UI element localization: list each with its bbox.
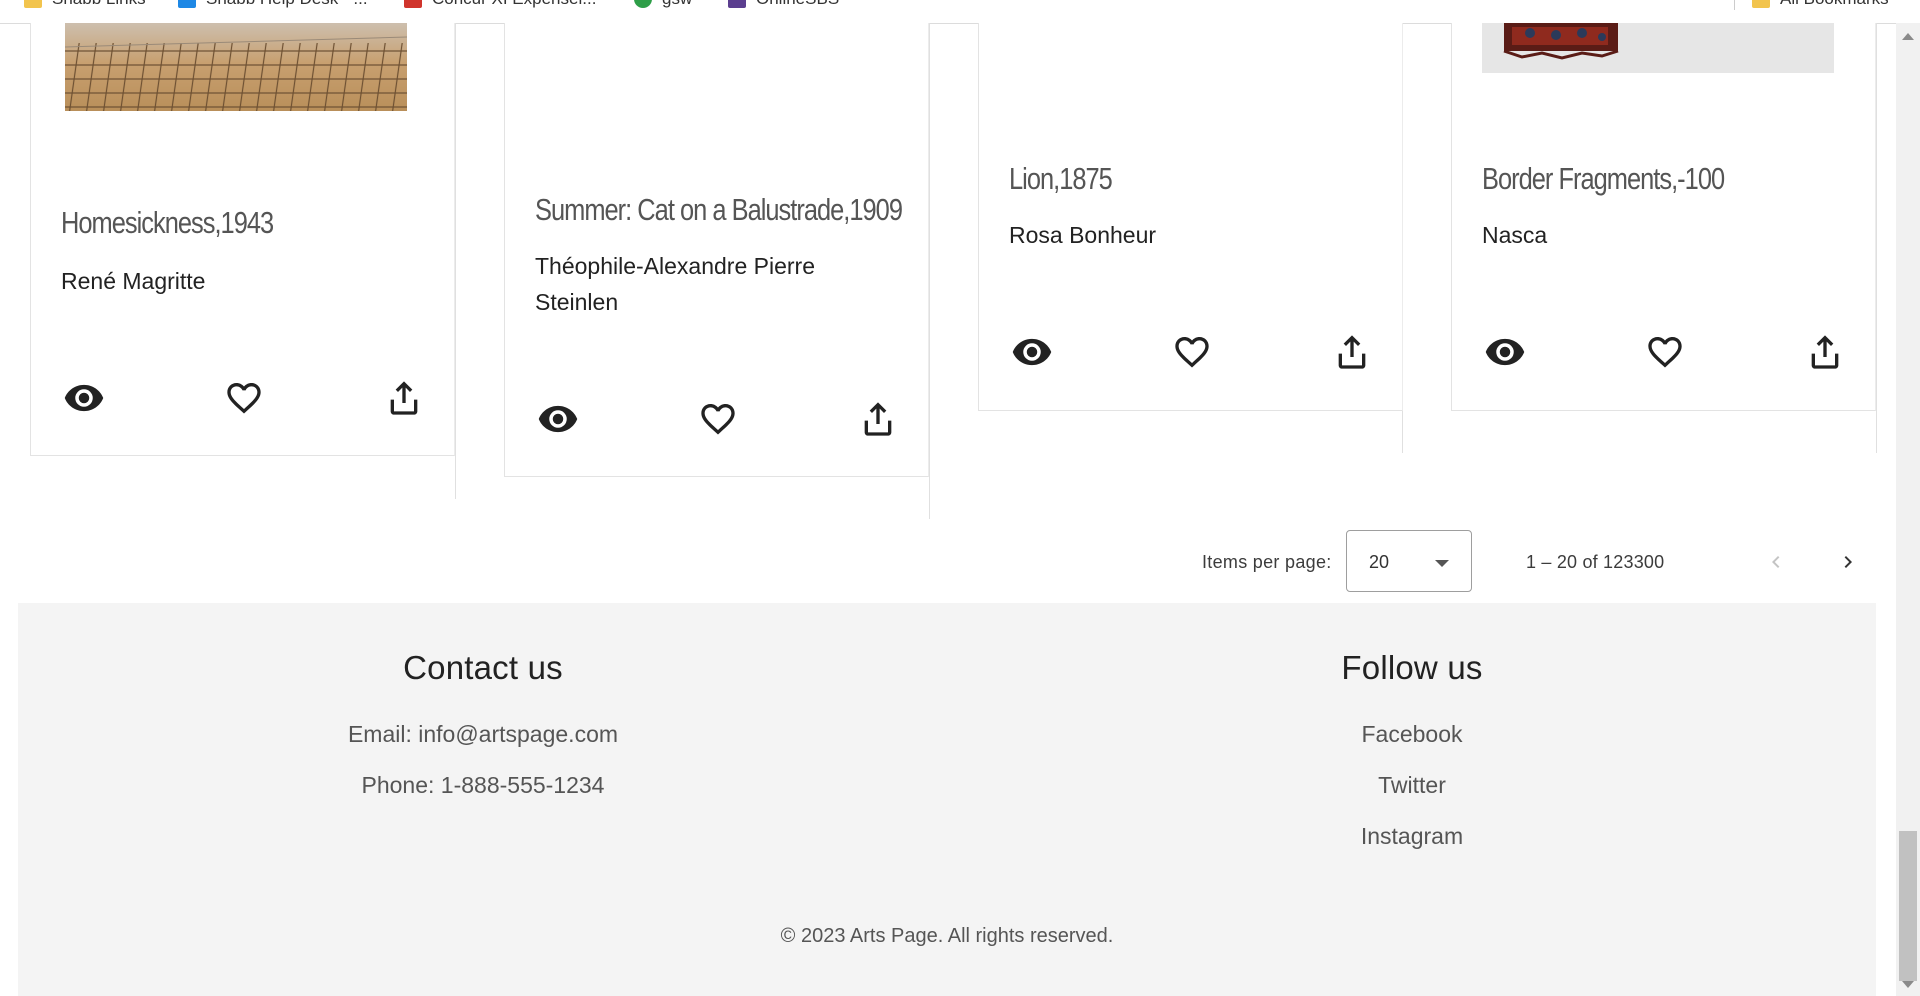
contact-heading: Contact us — [403, 649, 563, 686]
view-button[interactable] — [61, 375, 107, 421]
page-size-value: 20 — [1369, 552, 1390, 572]
eye-icon — [1012, 338, 1052, 366]
card-actions — [61, 375, 421, 421]
eye-icon — [538, 405, 578, 433]
artwork-title[interactable]: Homesickness,1943 — [61, 205, 367, 241]
twitter-link[interactable]: Twitter — [1112, 760, 1712, 811]
bookmark-label: Shabb Links — [52, 0, 146, 9]
chevron-left-icon — [1772, 556, 1780, 568]
share-upload-icon — [864, 402, 892, 436]
view-button[interactable] — [1009, 329, 1055, 375]
footer: Contact us Email: info@artspage.com Phon… — [18, 603, 1876, 996]
chevron-right-icon — [1844, 556, 1852, 568]
favorite-button[interactable] — [221, 375, 267, 421]
paginator: Items per page: 20 1 – 20 of 123300 — [1150, 530, 1870, 594]
page-size-select[interactable]: 20 — [1346, 530, 1472, 592]
contact-email: Email: info@artspage.com — [347, 721, 619, 747]
artwork-title[interactable]: Summer: Cat on a Balustrade,1909 — [535, 192, 903, 228]
bookmark-separator — [1734, 0, 1735, 10]
bookmark-label: All Bookmarks — [1780, 0, 1889, 9]
artwork-image-textile — [1503, 23, 1619, 60]
folder-icon — [24, 0, 42, 8]
onlinesbs-icon — [728, 0, 746, 8]
follow-section: Follow us Facebook Twitter Instagram — [1112, 649, 1712, 862]
artwork-artist: Théophile-Alexandre Pierre Steinlen — [535, 253, 815, 315]
bookmark-shabb-help-desk[interactable]: Shabb Help Desk - ... — [178, 0, 368, 9]
bookmark-onlinesbs[interactable]: OnlineSBS — [728, 0, 839, 9]
grid-divider — [1876, 23, 1877, 453]
favorite-button[interactable] — [1169, 329, 1215, 375]
share-upload-icon — [1811, 335, 1839, 369]
artwork-image[interactable] — [1482, 23, 1834, 73]
caret-down-icon — [1435, 560, 1449, 567]
concur-icon — [404, 0, 422, 8]
bookmarks-bar: Shabb Links Shabb Help Desk - ... Concur… — [0, 0, 1896, 24]
share-button[interactable] — [1329, 329, 1375, 375]
green-circle-icon — [634, 0, 652, 8]
artwork-artist: René Magritte — [61, 268, 206, 294]
artwork-title[interactable]: Border Fragments,-100 — [1482, 161, 1788, 197]
grid-divider — [929, 23, 930, 519]
eye-icon — [64, 384, 104, 412]
eye-icon — [1485, 338, 1525, 366]
bookmark-gsw[interactable]: gsw — [634, 0, 692, 9]
page-scrollbar[interactable] — [1896, 23, 1920, 996]
folder-icon — [1752, 0, 1770, 8]
contact-section: Contact us Email: info@artspage.com Phon… — [183, 649, 783, 811]
artwork-artist: Rosa Bonheur — [1009, 222, 1157, 248]
favorite-button[interactable] — [1642, 329, 1688, 375]
art-card[interactable]: Summer: Cat on a Balustrade,1909 Théophi… — [504, 23, 929, 477]
heart-icon — [1648, 337, 1682, 368]
heart-icon — [227, 383, 261, 414]
range-label: 1 – 20 of 123300 — [1526, 552, 1665, 572]
bookmark-label: Concur XI Expensel... — [432, 0, 596, 9]
grid-divider — [455, 23, 456, 499]
heart-icon — [1175, 337, 1209, 368]
share-button[interactable] — [1802, 329, 1848, 375]
contact-phone: Phone: 1-888-555-1234 — [361, 772, 605, 798]
previous-page-button[interactable] — [1756, 542, 1796, 582]
bookmark-all-bookmarks[interactable]: All Bookmarks — [1752, 0, 1889, 9]
artwork-image-tiles — [65, 36, 407, 111]
share-button[interactable] — [855, 396, 901, 442]
bookmark-label: Shabb Help Desk - ... — [206, 0, 368, 9]
facebook-link[interactable]: Facebook — [1112, 709, 1712, 760]
bookmark-label: OnlineSBS — [756, 0, 839, 9]
next-page-button[interactable] — [1828, 542, 1868, 582]
favorite-button[interactable] — [695, 396, 741, 442]
card-actions — [1009, 329, 1369, 375]
card-actions — [535, 396, 895, 442]
view-button[interactable] — [1482, 329, 1528, 375]
bookmark-label: gsw — [662, 0, 692, 9]
artwork-title[interactable]: Lion,1875 — [1009, 161, 1315, 197]
bookmark-shabb-links[interactable]: Shabb Links — [24, 0, 146, 9]
instagram-link[interactable]: Instagram — [1112, 811, 1712, 862]
scroll-up-arrow-icon[interactable] — [1902, 33, 1914, 40]
card-actions — [1482, 329, 1842, 375]
scrollbar-thumb[interactable] — [1899, 831, 1917, 981]
art-card[interactable]: Homesickness,1943 René Magritte — [30, 23, 455, 456]
windows-icon — [178, 0, 196, 8]
artwork-artist: Nasca — [1482, 222, 1548, 248]
share-button[interactable] — [381, 375, 427, 421]
art-card[interactable]: Border Fragments,-100 Nasca — [1451, 23, 1876, 411]
bookmark-concur[interactable]: Concur XI Expensel... — [404, 0, 596, 9]
artwork-image[interactable] — [65, 23, 407, 111]
view-button[interactable] — [535, 396, 581, 442]
share-upload-icon — [390, 381, 418, 415]
share-upload-icon — [1338, 335, 1366, 369]
heart-icon — [701, 404, 735, 435]
items-per-page-label: Items per page: — [1202, 552, 1332, 572]
follow-heading: Follow us — [1341, 649, 1483, 686]
copyright: © 2023 Arts Page. All rights reserved. — [780, 925, 1114, 947]
scroll-down-arrow-icon[interactable] — [1902, 981, 1914, 988]
art-card[interactable]: Lion,1875 Rosa Bonheur — [978, 23, 1403, 411]
